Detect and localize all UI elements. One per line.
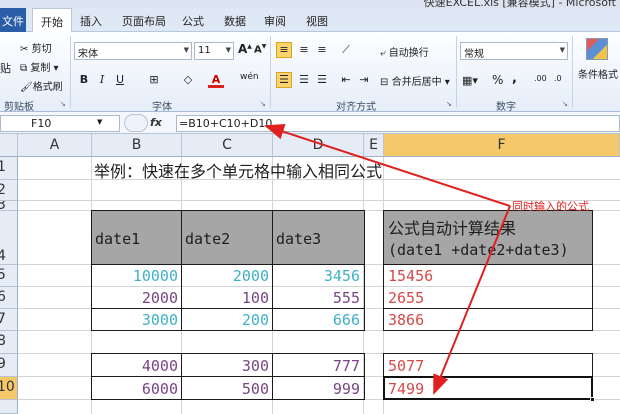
annotation-label: 同时输入的公式 (512, 200, 589, 213)
annotation-arrow-to-formula (264, 124, 511, 207)
annotation-arrow-to-cell (433, 205, 511, 395)
